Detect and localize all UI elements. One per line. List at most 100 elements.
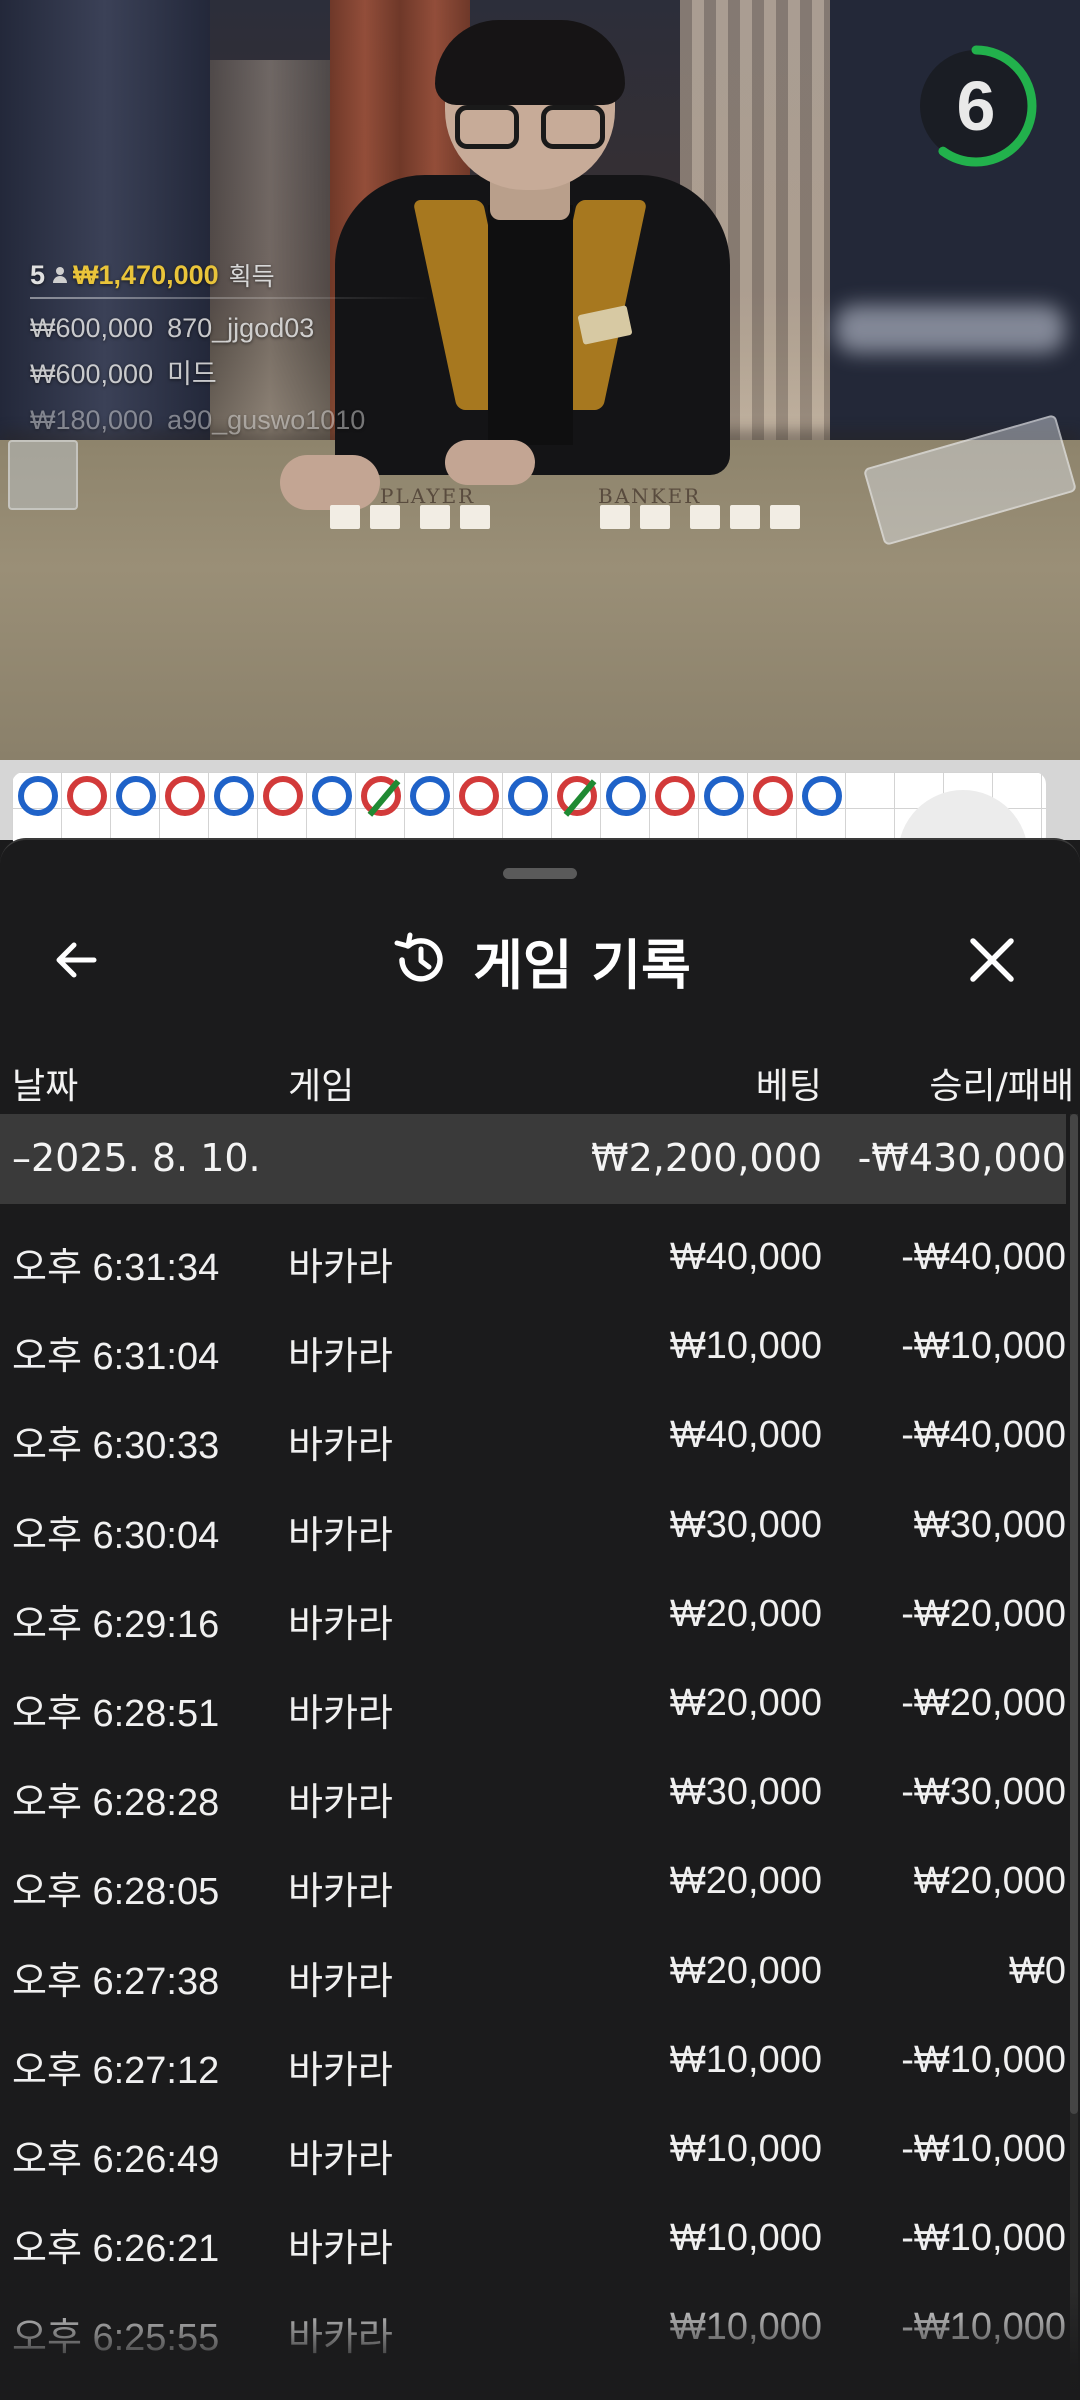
history-row[interactable]: 오후 6:28:28 바카라 ₩30,000 -₩30,000: [0, 1749, 1066, 1838]
row-bet: ₩40,000: [669, 1236, 822, 1278]
winner-amount: ₩600,000: [30, 359, 154, 389]
playing-card: [370, 505, 400, 529]
row-time: 오후 6:31:34: [12, 1247, 220, 1289]
game-history-sheet: 게임 기록 날짜 게임 베팅 승리/패배 –2025. 8. 10. ₩2,20…: [0, 838, 1080, 2400]
history-row[interactable]: 오후 6:28:51 바카라 ₩20,000 -₩20,000: [0, 1660, 1066, 1749]
winners-panel: 5 ₩1,470,000 획득 ₩600,000 870_jjgod03 ₩600…: [30, 255, 430, 443]
history-row[interactable]: 오후 6:26:49 바카라 ₩10,000 -₩10,000: [0, 2106, 1066, 2195]
history-clock-icon: [394, 932, 443, 982]
winner-name: a90_guswo1010: [167, 405, 366, 435]
history-row[interactable]: 오후 6:30:33 바카라 ₩40,000 -₩40,000: [0, 1392, 1066, 1481]
tie-mark: [367, 779, 401, 817]
row-game: 바카라: [288, 1425, 393, 1468]
row-result: -₩10,000: [901, 2217, 1066, 2260]
back-button[interactable]: [40, 924, 112, 996]
row-game: 바카라: [288, 1692, 393, 1735]
tie-mark: [563, 779, 597, 817]
divider: [30, 297, 430, 299]
row-time: 오후 6:28:51: [12, 1692, 220, 1735]
row-time: 오후 6:31:04: [12, 1336, 220, 1379]
winner-row: ₩180,000 a90_guswo1010: [30, 397, 430, 443]
row-game: 바카라: [288, 1514, 393, 1557]
row-result: -₩20,000: [901, 1681, 1066, 1724]
close-button[interactable]: [956, 924, 1028, 996]
timer-number: 6: [956, 67, 996, 145]
row-result: -₩30,000: [901, 1771, 1066, 1814]
row-result: -₩40,000: [901, 1414, 1066, 1457]
bead-player: [312, 776, 352, 816]
bead-banker: [655, 776, 695, 816]
row-bet: ₩20,000: [669, 1592, 822, 1635]
row-bet: ₩20,000: [669, 1681, 822, 1724]
row-time: 오후 6:30:04: [12, 1514, 220, 1557]
row-time: 오후 6:26:49: [12, 2138, 220, 2181]
row-game: 바카라: [288, 1871, 393, 1914]
column-header-bet: 베팅: [755, 1066, 822, 1107]
scoreboard-roadmap[interactable]: [0, 760, 1080, 920]
bead-player: [116, 776, 156, 816]
bead-banker: [361, 776, 401, 817]
winners-total: ₩1,470,000: [73, 259, 219, 290]
day-total-bet: ₩2,200,000: [591, 1136, 822, 1180]
playing-card: [770, 505, 800, 529]
bead-banker: [753, 776, 793, 816]
day-summary-row[interactable]: –2025. 8. 10. ₩2,200,000 -₩430,000: [0, 1114, 1066, 1204]
live-video-stream[interactable]: PLAYER BANKER 6 5 ₩1,470,000 획득 ₩600,000…: [0, 0, 1080, 760]
day-total-result: -₩430,000: [857, 1136, 1066, 1180]
bead-player: [18, 776, 58, 816]
table-label-banker: BANKER: [598, 484, 702, 508]
row-game: 바카라: [288, 1336, 393, 1379]
history-row[interactable]: 오후 6:31:04 바카라 ₩10,000 -₩10,000: [0, 1303, 1066, 1392]
winner-row: ₩600,000 870_jjgod03: [30, 305, 430, 351]
row-bet: ₩20,000: [669, 1860, 822, 1903]
bead-player: [802, 776, 842, 816]
row-bet: ₩10,000: [669, 2306, 822, 2349]
dealer-shirt: [488, 205, 573, 445]
table-header: 날짜 게임 베팅 승리/패배: [0, 1035, 1080, 1125]
day-date: –2025. 8. 10.: [12, 1136, 261, 1180]
dealer-hair: [435, 20, 625, 105]
row-result: -₩10,000: [901, 1325, 1066, 1368]
history-row[interactable]: 오후 6:28:05 바카라 ₩20,000 ₩20,000: [0, 1838, 1066, 1927]
row-time: 오후 6:29:16: [12, 1603, 220, 1646]
winner-name: 870_jjgod03: [167, 313, 315, 343]
bead-player: [606, 776, 646, 816]
countdown-timer: 6: [912, 42, 1040, 170]
bead-player: [508, 776, 548, 816]
history-row[interactable]: 오후 6:26:21 바카라 ₩10,000 -₩10,000: [0, 2195, 1066, 2284]
row-bet: ₩40,000: [669, 1414, 822, 1457]
sheet-title-group: 게임 기록: [0, 900, 1080, 1020]
winners-suffix: 획득: [228, 263, 275, 291]
row-time: 오후 6:28:28: [12, 1782, 220, 1825]
row-time: 오후 6:27:38: [12, 1960, 220, 2003]
sheet-drag-handle[interactable]: [503, 868, 577, 879]
history-row[interactable]: 오후 6:30:04 바카라 ₩30,000 ₩30,000: [0, 1482, 1066, 1571]
row-bet: ₩30,000: [669, 1503, 822, 1546]
row-game: 바카라: [288, 1960, 393, 2003]
row-result: -₩40,000: [901, 1236, 1066, 1278]
dealer-hand: [445, 440, 535, 485]
playing-card: [730, 505, 760, 529]
row-result: -₩10,000: [901, 2127, 1066, 2170]
history-row[interactable]: 오후 6:25:55 바카라 ₩10,000 -₩10,000: [0, 2284, 1066, 2373]
row-bet: ₩10,000: [669, 2127, 822, 2170]
bead-banker: [67, 776, 107, 816]
bead-player: [704, 776, 744, 816]
winner-name: 미드: [167, 359, 217, 389]
close-x-icon: [970, 938, 1014, 982]
playing-card: [420, 505, 450, 529]
history-row[interactable]: 오후 6:31:34 바카라 ₩40,000 -₩40,000: [0, 1214, 1066, 1303]
row-result: -₩20,000: [901, 1592, 1066, 1635]
bead-banker: [263, 776, 303, 816]
winner-amount: ₩600,000: [30, 313, 154, 343]
row-game: 바카라: [288, 2228, 393, 2271]
column-header-result: 승리/패배: [929, 1066, 1074, 1107]
scrollbar-thumb[interactable]: [1070, 1114, 1078, 2114]
playing-card: [690, 505, 720, 529]
playing-card: [460, 505, 490, 529]
history-row[interactable]: 오후 6:27:38 바카라 ₩20,000 ₩0: [0, 1928, 1066, 2017]
row-time: 오후 6:26:21: [12, 2228, 220, 2271]
history-row[interactable]: 오후 6:27:12 바카라 ₩10,000 -₩10,000: [0, 2017, 1066, 2106]
winner-row: ₩600,000 미드: [30, 351, 430, 397]
history-row[interactable]: 오후 6:29:16 바카라 ₩20,000 -₩20,000: [0, 1571, 1066, 1660]
